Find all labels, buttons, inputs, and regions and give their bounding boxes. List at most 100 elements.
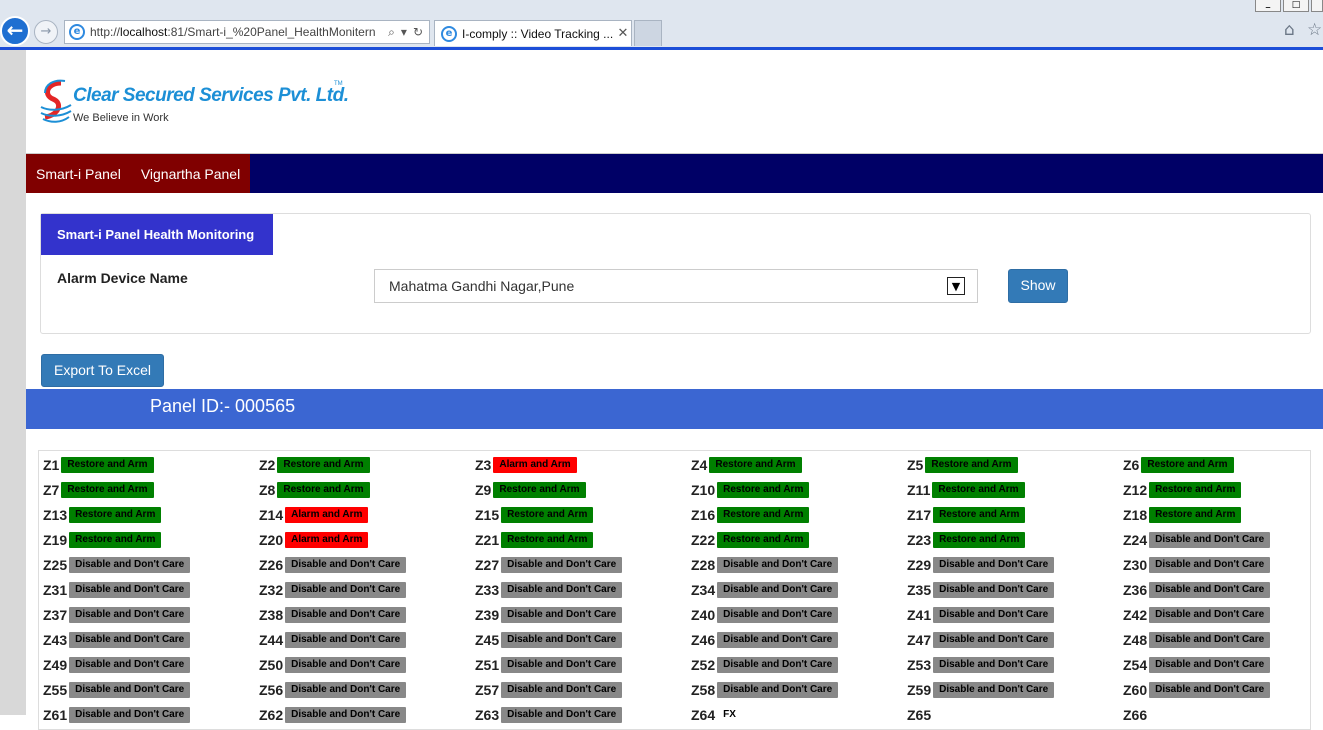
zone-item: Z16 Restore and Arm	[691, 501, 907, 526]
zone-status-badge: Disable and Don't Care	[285, 656, 407, 673]
zone-status-badge: Disable and Don't Care	[501, 631, 623, 648]
zone-status-badge: Disable and Don't Care	[285, 581, 407, 598]
zone-status-badge: Disable and Don't Care	[69, 556, 191, 573]
zone-status-badge: Disable and Don't Care	[1149, 531, 1271, 548]
zone-label: Z31	[43, 581, 68, 598]
zone-label: Z47	[907, 631, 932, 648]
tab-health-monitoring[interactable]: Smart-i Panel Health Monitoring	[41, 214, 273, 255]
zone-label: Z49	[43, 656, 68, 673]
zone-item: Z26 Disable and Don't Care	[259, 551, 475, 576]
zone-status-badge: Disable and Don't Care	[69, 606, 191, 623]
zone-status-badge: Restore and Arm	[1141, 456, 1234, 473]
show-button[interactable]: Show	[1008, 269, 1068, 303]
logo-mark-icon	[40, 79, 72, 123]
address-text[interactable]: http://localhost:81/Smart-i_%20Panel_Hea…	[90, 25, 382, 39]
zone-label: Z16	[691, 506, 716, 523]
zone-label: Z60	[1123, 681, 1148, 698]
zone-status-badge: Disable and Don't Care	[501, 681, 623, 698]
zone-item: Z34 Disable and Don't Care	[691, 576, 907, 601]
zone-item: Z12 Restore and Arm	[1123, 476, 1323, 501]
zone-item: Z13 Restore and Arm	[43, 501, 259, 526]
zone-item: Z44 Disable and Don't Care	[259, 626, 475, 651]
star-icon[interactable]: ☆	[1307, 20, 1322, 40]
zone-item: Z39 Disable and Don't Care	[475, 601, 691, 626]
company-tagline: We Believe in Work	[73, 112, 169, 124]
zone-item: Z11 Restore and Arm	[907, 476, 1123, 501]
zone-status-badge: Disable and Don't Care	[933, 631, 1055, 648]
zone-label: Z11	[907, 481, 931, 498]
refresh-icon[interactable]: ↻	[413, 25, 423, 40]
zone-label: Z1	[43, 456, 60, 473]
zone-label: Z6	[1123, 456, 1140, 473]
zone-label: Z28	[691, 556, 716, 573]
zone-item: Z61 Disable and Don't Care	[43, 701, 259, 726]
zone-label: Z20	[259, 531, 284, 548]
zone-status-badge: Disable and Don't Care	[933, 606, 1055, 623]
zone-label: Z37	[43, 606, 68, 623]
zone-item: Z62 Disable and Don't Care	[259, 701, 475, 726]
dropdown-arrow-icon[interactable]: ▾	[401, 25, 407, 40]
zone-label: Z27	[475, 556, 500, 573]
selected-device-value: Mahatma Gandhi Nagar,Pune	[389, 278, 575, 294]
new-tab-button[interactable]	[634, 20, 662, 46]
zone-status-badge: Disable and Don't Care	[501, 606, 623, 623]
zone-label: Z5	[907, 456, 924, 473]
home-icon[interactable]: ⌂	[1284, 20, 1295, 40]
zone-status-badge: Disable and Don't Care	[717, 581, 839, 598]
zone-status-badge: Disable and Don't Care	[717, 631, 839, 648]
zone-label: Z56	[259, 681, 284, 698]
export-to-excel-button[interactable]: Export To Excel	[41, 354, 164, 387]
alarm-device-select[interactable]: Mahatma Gandhi Nagar,Pune ▼	[374, 269, 978, 303]
forward-arrow-icon[interactable]: →	[34, 20, 58, 44]
zone-label: Z53	[907, 656, 932, 673]
zone-status-badge: Alarm and Arm	[493, 456, 577, 473]
search-icon[interactable]: ⌕	[388, 25, 395, 40]
browser-tab[interactable]: e I-comply :: Video Tracking ... ✕	[434, 20, 632, 46]
address-bar[interactable]: e http://localhost:81/Smart-i_%20Panel_H…	[64, 20, 430, 44]
zone-item: Z19 Restore and Arm	[43, 526, 259, 551]
zone-item: Z10 Restore and Arm	[691, 476, 907, 501]
zone-status-badge: Restore and Arm	[69, 506, 162, 523]
zone-status-badge: Restore and Arm	[709, 456, 802, 473]
zone-status-badge: Restore and Arm	[933, 531, 1026, 548]
zone-label: Z45	[475, 631, 500, 648]
zone-item: Z41 Disable and Don't Care	[907, 601, 1123, 626]
zone-status-badge: Alarm and Arm	[285, 531, 369, 548]
zone-status-badge: Disable and Don't Care	[1149, 681, 1271, 698]
zone-status-badge: Restore and Arm	[69, 531, 162, 548]
zone-item: Z35 Disable and Don't Care	[907, 576, 1123, 601]
nav-item-vignartha-panel[interactable]: Vignartha Panel	[130, 154, 251, 193]
zone-label: Z3	[475, 456, 492, 473]
zone-status-badge: Disable and Don't Care	[285, 606, 407, 623]
window-close-icon[interactable]	[1311, 0, 1323, 12]
zone-item: Z32 Disable and Don't Care	[259, 576, 475, 601]
zone-item: Z9 Restore and Arm	[475, 476, 691, 501]
zone-status-badge: Disable and Don't Care	[717, 556, 839, 573]
zone-label: Z36	[1123, 581, 1148, 598]
zone-item: Z5 Restore and Arm	[907, 451, 1123, 476]
zone-item: Z31 Disable and Don't Care	[43, 576, 259, 601]
company-logo: Clear Secured Services Pvt. Ltd. TM We B…	[39, 75, 359, 130]
zone-item: Z46 Disable and Don't Care	[691, 626, 907, 651]
minimize-icon[interactable]: _	[1255, 0, 1281, 12]
nav-item-smart-i-panel[interactable]: Smart-i Panel	[26, 154, 131, 193]
zone-item: Z7 Restore and Arm	[43, 476, 259, 501]
back-arrow-icon[interactable]: ←	[0, 16, 30, 46]
zone-status-badge: Disable and Don't Care	[69, 631, 191, 648]
zone-status-badge: Restore and Arm	[277, 456, 370, 473]
zone-label: Z58	[691, 681, 716, 698]
zone-item: Z18 Restore and Arm	[1123, 501, 1323, 526]
zone-status-badge: Restore and Arm	[501, 506, 594, 523]
zone-item: Z24 Disable and Don't Care	[1123, 526, 1323, 551]
maximize-icon[interactable]: □	[1283, 0, 1309, 12]
zone-item: Z55 Disable and Don't Care	[43, 676, 259, 701]
zone-item: Z49 Disable and Don't Care	[43, 651, 259, 676]
close-icon[interactable]: ✕	[615, 26, 631, 41]
zone-item: Z53 Disable and Don't Care	[907, 651, 1123, 676]
zone-label: Z34	[691, 581, 716, 598]
chevron-down-icon[interactable]: ▼	[947, 277, 965, 295]
zone-item: Z38 Disable and Don't Care	[259, 601, 475, 626]
left-gutter	[0, 50, 26, 715]
zone-status-badge: Restore and Arm	[932, 481, 1025, 498]
zone-item: Z37 Disable and Don't Care	[43, 601, 259, 626]
